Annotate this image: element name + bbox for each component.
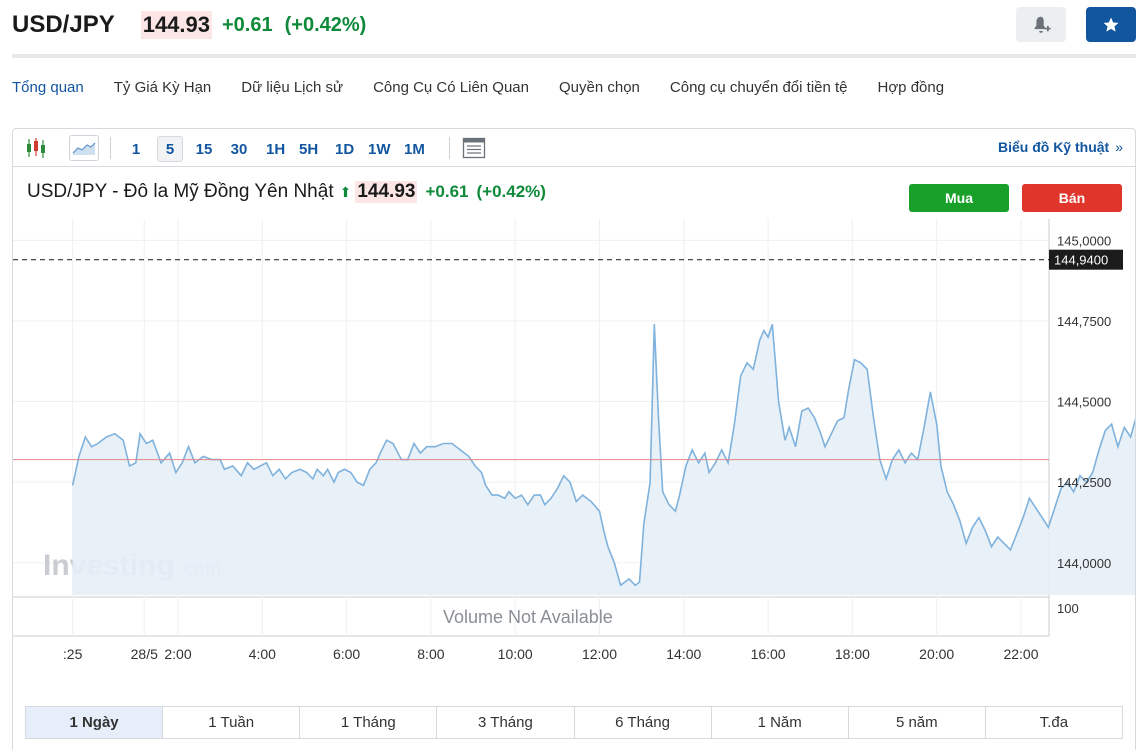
- header-divider: [12, 54, 1136, 58]
- range-max[interactable]: T.đa: [986, 707, 1122, 738]
- x-tick-label: 6:00: [333, 646, 360, 662]
- x-tick-label: 10:00: [498, 646, 533, 662]
- interval-30[interactable]: 30: [226, 136, 252, 162]
- up-arrow-icon: ⬆: [339, 183, 352, 200]
- range-1-week[interactable]: 1 Tuần: [163, 707, 301, 738]
- technical-chart-link[interactable]: Biểu đồ Kỹ thuật »: [998, 139, 1123, 155]
- price-change-percent: (+0.42%): [284, 13, 367, 36]
- area-chart-icon: [72, 142, 96, 155]
- x-tick-label: 8:00: [417, 646, 444, 662]
- symbol-title: USD/JPY: [12, 11, 115, 38]
- interval-1m[interactable]: 1M: [400, 136, 429, 162]
- chart-last-price: 144.93: [355, 181, 418, 203]
- chart-price-change: +0.61: [425, 182, 469, 201]
- y-tick-label: 144,7500: [1057, 314, 1111, 329]
- chart-price-change-percent: (+0.42%): [476, 182, 546, 201]
- watchlist-button[interactable]: [1086, 7, 1136, 42]
- interval-15[interactable]: 15: [191, 136, 217, 162]
- area-chart-button[interactable]: [69, 135, 99, 161]
- section-tabs: Tổng quan Tỷ Giá Kỳ Hạn Dữ liệu Lịch sử …: [12, 78, 974, 98]
- buy-button[interactable]: Mua: [909, 184, 1009, 212]
- x-tick-label: 22:00: [1003, 646, 1038, 662]
- tab-currency-converter[interactable]: Công cụ chuyển đổi tiền tệ: [670, 78, 848, 98]
- x-tick-label: 20:00: [919, 646, 954, 662]
- chart-title: USD/JPY - Đô la Mỹ Đồng Yên Nhật ⬆ 144.9…: [27, 181, 554, 203]
- tab-historical-data[interactable]: Dữ liệu Lịch sử: [241, 78, 343, 98]
- technical-chart-label: Biểu đồ Kỹ thuật: [997, 139, 1110, 155]
- range-3-months[interactable]: 3 Tháng: [437, 707, 575, 738]
- price-chart[interactable]: Investing.com145,0000144,7500144,5000144…: [13, 219, 1135, 699]
- price-area: [72, 324, 1135, 595]
- range-5-years[interactable]: 5 năm: [849, 707, 986, 738]
- time-range-bar: 1 Ngày 1 Tuần 1 Tháng 3 Tháng 6 Tháng 1 …: [25, 706, 1123, 739]
- sell-button[interactable]: Bán: [1022, 184, 1122, 212]
- tab-options[interactable]: Quyền chọn: [559, 78, 640, 98]
- x-tick-label: :25: [63, 646, 83, 662]
- range-1-year[interactable]: 1 Năm: [712, 707, 849, 738]
- x-tick-label: 18:00: [835, 646, 870, 662]
- volume-unavailable-label: Volume Not Available: [443, 607, 613, 627]
- y-tick-label: 144,5000: [1057, 395, 1111, 410]
- toolbar-separator: [110, 137, 111, 159]
- candlestick-icon: [27, 138, 45, 158]
- tab-overview[interactable]: Tổng quan: [12, 78, 84, 98]
- range-1-month[interactable]: 1 Tháng: [300, 707, 438, 738]
- price-change: +0.61: [222, 13, 273, 36]
- toolbar-separator: [449, 137, 450, 159]
- x-tick-label: 28/5: [131, 646, 158, 662]
- interval-5h[interactable]: 5H: [295, 136, 322, 162]
- interval-5[interactable]: 5: [157, 136, 183, 162]
- volume-tick-label: 100: [1057, 601, 1079, 616]
- star-icon: [1103, 17, 1119, 32]
- x-tick-label: 16:00: [751, 646, 786, 662]
- last-price: 144.93: [140, 11, 212, 39]
- chart-settings-button[interactable]: [461, 135, 487, 161]
- x-tick-label: 12:00: [582, 646, 617, 662]
- interval-1h[interactable]: 1H: [262, 136, 289, 162]
- interval-1[interactable]: 1: [123, 136, 149, 162]
- bell-plus-icon: [1034, 16, 1051, 33]
- chart-panel: 1 5 15 30 1H 5H 1D 1W 1M Biểu đồ Kỹ thuậ…: [12, 128, 1136, 750]
- tab-forward-rates[interactable]: Tỷ Giá Kỳ Hạn: [114, 78, 212, 98]
- add-alert-button[interactable]: [1016, 7, 1066, 42]
- instrument-name: USD/JPY - Đô la Mỹ Đồng Yên Nhật: [27, 181, 334, 202]
- layout-table-icon: [462, 137, 486, 159]
- x-tick-label: 4:00: [249, 646, 276, 662]
- range-1-day[interactable]: 1 Ngày: [26, 707, 164, 738]
- candlestick-chart-button[interactable]: [23, 135, 49, 161]
- x-tick-label: 2:00: [164, 646, 191, 662]
- tab-contracts[interactable]: Hợp đồng: [878, 78, 945, 98]
- quote-header: USD/JPY 144.93 +0.61 (+0.42%): [12, 8, 378, 42]
- last-price-tag-label: 144,9400: [1054, 253, 1108, 268]
- double-chevron-right-icon: »: [1115, 139, 1123, 155]
- y-tick-label: 144,0000: [1057, 556, 1111, 571]
- interval-1d[interactable]: 1D: [331, 136, 358, 162]
- y-tick-label: 144,2500: [1057, 475, 1111, 490]
- x-tick-label: 14:00: [666, 646, 701, 662]
- y-tick-label: 145,0000: [1057, 233, 1111, 248]
- tab-related-instruments[interactable]: Công Cụ Có Liên Quan: [373, 78, 529, 98]
- chart-toolbar: 1 5 15 30 1H 5H 1D 1W 1M Biểu đồ Kỹ thuậ…: [13, 129, 1135, 167]
- range-6-months[interactable]: 6 Tháng: [575, 707, 712, 738]
- interval-1w[interactable]: 1W: [364, 136, 395, 162]
